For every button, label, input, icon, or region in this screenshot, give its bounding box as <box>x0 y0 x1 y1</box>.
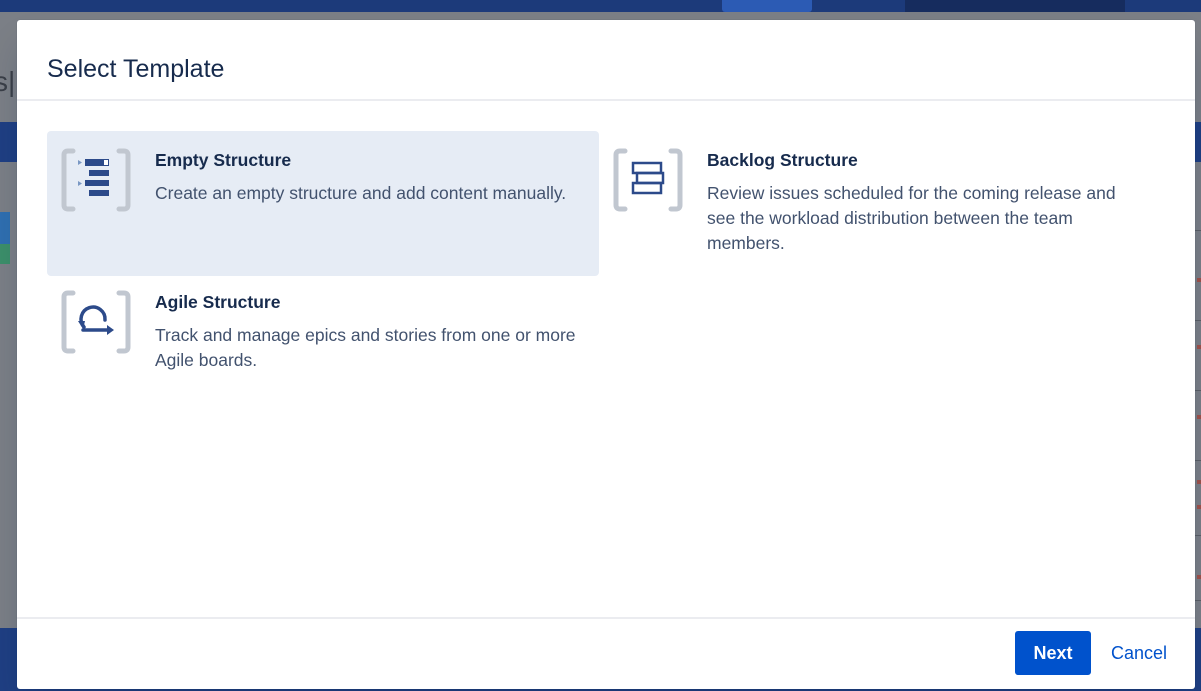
template-description: Review issues scheduled for the coming r… <box>707 183 1116 253</box>
template-option-backlog-structure[interactable]: Backlog Structure Review issues schedule… <box>599 131 1151 276</box>
background-marker <box>1197 505 1201 509</box>
background-marker <box>1197 345 1201 349</box>
dialog-title: Select Template <box>47 55 225 83</box>
background-page-title-fragment: s| <box>0 66 16 97</box>
template-option-empty-structure[interactable]: Empty Structure Create an empty structur… <box>47 131 599 276</box>
background-nav-button <box>722 0 812 12</box>
background-marker <box>1197 575 1201 579</box>
template-list: Empty Structure Create an empty structur… <box>17 101 1195 615</box>
select-template-dialog: Select Template Empty Structure Create a… <box>17 20 1195 689</box>
dialog-header: Select Template <box>17 20 1195 101</box>
template-description: Create an empty structure and add conten… <box>155 183 567 203</box>
template-name: Backlog Structure <box>707 150 858 170</box>
background-marker <box>1197 480 1201 484</box>
background-marker <box>1197 278 1201 282</box>
agile-structure-icon <box>61 290 131 354</box>
background-nav-search <box>905 0 1125 12</box>
cancel-button[interactable]: Cancel <box>1099 631 1179 675</box>
template-description: Track and manage epics and stories from … <box>155 325 576 370</box>
empty-structure-icon <box>61 148 131 212</box>
background-top-nav <box>0 0 1201 12</box>
dialog-footer: Next Cancel <box>17 617 1195 689</box>
template-option-agile-structure[interactable]: Agile Structure Track and manage epics a… <box>47 273 599 418</box>
next-button[interactable]: Next <box>1015 631 1091 675</box>
template-name: Empty Structure <box>155 150 292 170</box>
background-avatar-status <box>0 244 10 264</box>
template-name: Agile Structure <box>155 292 281 312</box>
backlog-structure-icon <box>613 148 683 212</box>
background-marker <box>1197 415 1201 419</box>
